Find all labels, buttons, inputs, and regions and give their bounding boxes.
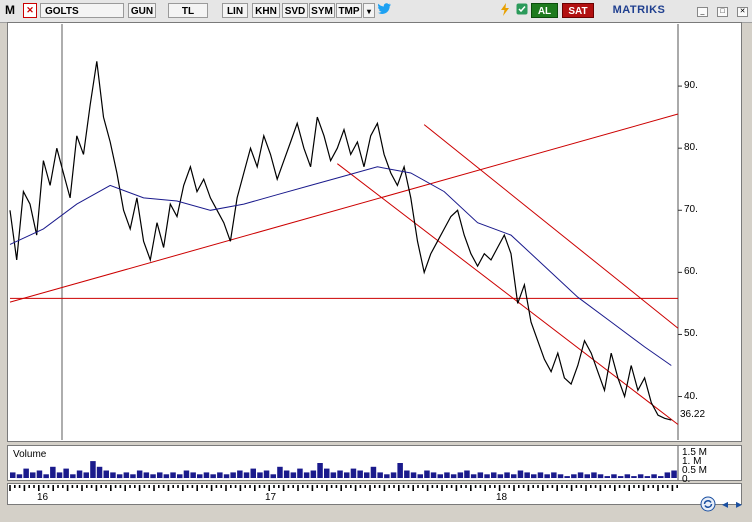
minimize-button[interactable]: _ xyxy=(697,7,708,17)
volume-title: Volume xyxy=(13,449,47,460)
maximize-button[interactable]: □ xyxy=(717,7,728,17)
close-symbol-button[interactable]: ✕ xyxy=(23,3,37,18)
refresh-icon[interactable] xyxy=(700,496,716,512)
x-tick-label: 18 xyxy=(496,492,508,503)
toolbar: M ✕ GOLTS GUN TL LIN KHN SVD SYM TMP ▾ A… xyxy=(0,0,752,23)
khn-button[interactable]: KHN xyxy=(252,3,280,18)
y-tick-label: 90. xyxy=(684,80,698,92)
close-window-button[interactable]: ✕ xyxy=(737,7,748,17)
scale-button[interactable]: LIN xyxy=(222,3,248,18)
tmp-button[interactable]: TMP xyxy=(336,3,362,18)
y-tick-label: 60. xyxy=(684,266,698,278)
y-tick-label: 40. xyxy=(684,390,698,402)
chevron-down-icon[interactable]: ▾ xyxy=(363,3,375,18)
currency-button[interactable]: TL xyxy=(168,3,208,18)
volume-tick-label: 0. xyxy=(682,474,691,485)
y-tick-label: 80. xyxy=(684,142,698,154)
y-tick-label: 50. xyxy=(684,328,698,340)
volume-panel[interactable] xyxy=(7,445,742,481)
period-button[interactable]: GUN xyxy=(128,3,156,18)
svd-button[interactable]: SVD xyxy=(282,3,308,18)
app-logo: M xyxy=(5,3,15,17)
x-tick-label: 16 xyxy=(37,492,49,503)
sym-button[interactable]: SYM xyxy=(309,3,335,18)
sell-button[interactable]: SAT xyxy=(562,3,594,18)
time-axis[interactable] xyxy=(7,483,742,505)
y-tick-label: 70. xyxy=(684,204,698,216)
symbol-field[interactable]: GOLTS xyxy=(40,3,124,18)
price-chart-panel[interactable] xyxy=(7,22,742,442)
brand-logo: MATRIKS xyxy=(612,4,666,16)
scroll-left-icon[interactable]: ◂ xyxy=(719,496,731,512)
buy-button[interactable]: AL xyxy=(531,3,558,18)
twitter-icon[interactable] xyxy=(377,3,391,18)
scroll-right-icon[interactable]: ▸ xyxy=(733,496,745,512)
last-price-label: 36.22 xyxy=(680,409,706,420)
bolt-icon[interactable] xyxy=(498,3,512,18)
x-tick-label: 17 xyxy=(265,492,277,503)
check-icon[interactable] xyxy=(515,3,529,18)
